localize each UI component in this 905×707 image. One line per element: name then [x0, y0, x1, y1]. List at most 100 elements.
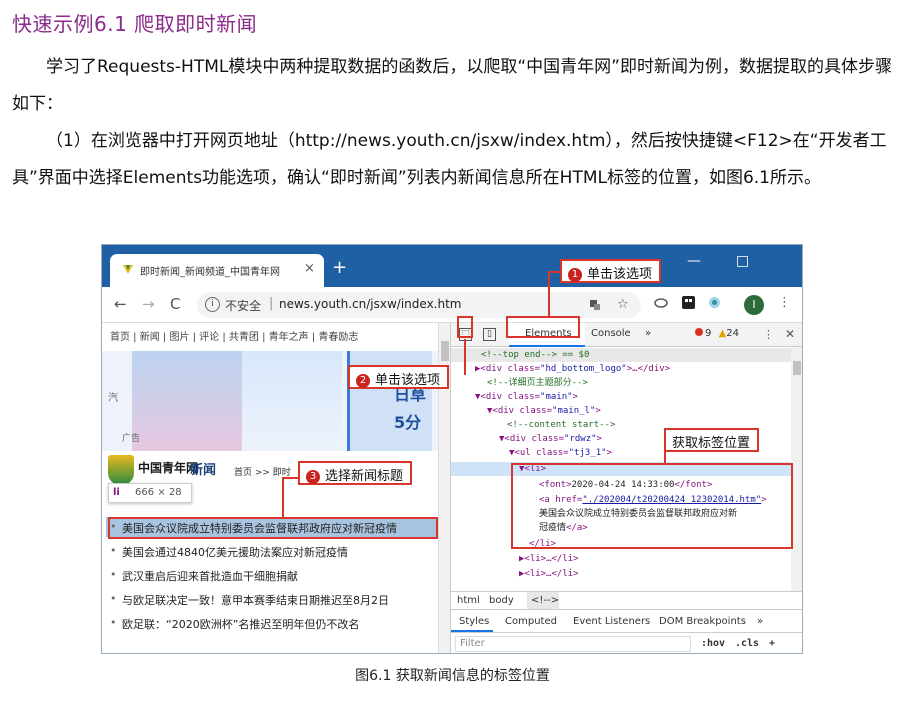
tab-title: 即时新闻_新闻频道_中国青年网	[140, 267, 280, 278]
browser-tabbar: 即时新闻_新闻频道_中国青年网 × + — □	[102, 245, 802, 287]
breadcrumb-comment[interactable]: <!-->	[531, 595, 559, 606]
styles-filter-bar: Filter :hov .cls +	[451, 633, 802, 653]
callout-3-line	[282, 477, 284, 517]
reload-icon[interactable]: C	[170, 295, 180, 313]
step-2-badge: 2	[356, 374, 370, 388]
dom-node[interactable]: ▶<div class="hd_bottom_logo">…</div>	[475, 362, 670, 376]
url-separator: |	[269, 296, 274, 311]
dom-node[interactable]: ▼<div class="main">	[475, 390, 578, 404]
dom-attr-value: "hd_bottom_logo"	[540, 364, 627, 374]
styles-filter-input[interactable]: Filter	[455, 636, 691, 652]
error-warning-count[interactable]: 9 ▲24	[695, 328, 739, 339]
more-tabs-icon[interactable]: »	[645, 328, 651, 339]
callout-3-text: 选择新闻标题	[325, 469, 404, 484]
dom-node[interactable]: ▼<ul class="tj3_1">	[509, 446, 612, 460]
callout-step-1: 1 单击该选项	[560, 259, 662, 283]
devtools-close-icon[interactable]: ✕	[785, 327, 795, 341]
new-tab-button[interactable]: +	[332, 257, 347, 278]
browser-menu-icon[interactable]: ⋮	[778, 295, 791, 310]
tooltip-tag: li	[113, 487, 120, 498]
profile-avatar[interactable]: I	[744, 295, 764, 315]
news-item[interactable]: 武汉重启后迎来首批造血干细胞捐献	[110, 565, 438, 589]
callout-4-line	[664, 450, 666, 464]
address-bar[interactable]: i 不安全 | news.youth.cn/jsxw/index.htm ☆	[197, 292, 641, 318]
dom-attr-value: "main_l"	[552, 406, 596, 416]
callout-2-line	[464, 339, 466, 375]
scroll-thumb[interactable]	[793, 361, 801, 375]
site-nav[interactable]: 首页 | 新闻 | 图片 | 评论 | 共青团 | 青年之声 | 青春励志	[102, 323, 438, 347]
site-logo-icon[interactable]	[108, 455, 134, 485]
step1-paragraph: （1）在浏览器中打开网页地址（http://news.youth.cn/jsxw…	[12, 131, 887, 188]
dom-tag: ▶<div class=	[475, 364, 541, 374]
tab-console[interactable]: Console	[591, 328, 631, 339]
dom-node[interactable]: <!--详细页主题部分-->	[487, 376, 588, 390]
tab-computed[interactable]: Computed	[505, 616, 557, 627]
callout-step-3: 3 选择新闻标题	[298, 461, 413, 485]
dom-tag: >	[606, 448, 612, 458]
dom-node[interactable]: ▼<div class="rdwz">	[499, 432, 602, 446]
browser-toolbar: ← → C i 不安全 | news.youth.cn/jsxw/index.h…	[102, 287, 802, 323]
bookmark-star-icon[interactable]: ☆	[617, 297, 629, 312]
extension-ai-icon[interactable]	[708, 296, 721, 309]
callout-4-text: 获取标签位置	[672, 436, 751, 451]
dom-node[interactable]: ▶<li>…</li>	[519, 552, 579, 566]
extension-box-icon[interactable]	[682, 296, 695, 309]
hov-toggle[interactable]: :hov	[701, 638, 725, 649]
dom-tag: >	[596, 434, 602, 444]
minimize-icon[interactable]: —	[687, 253, 701, 269]
callout-1-line	[548, 271, 550, 317]
banner-side-text: 汽	[108, 393, 118, 404]
dom-node[interactable]: <!--top end--> == $0	[481, 348, 589, 362]
extension-cloud-icon[interactable]	[654, 296, 668, 308]
channel-name: 新闻	[190, 463, 217, 478]
devtools-menu-icon[interactable]: ⋮	[763, 328, 774, 341]
ad-label: 广告	[122, 434, 141, 444]
dom-tag: >	[595, 406, 601, 416]
figure-caption: 图6.1 获取新闻信息的标签位置	[355, 668, 550, 684]
dom-node[interactable]: ▶<li>…</li>	[519, 567, 579, 581]
dom-tag: >…</div>	[626, 364, 671, 374]
inspect-icon-highlight	[457, 316, 473, 338]
devtools-toolbar: ⬚ ▯ Elements Console » 9 ▲24 ⋮ ✕	[451, 323, 802, 347]
dom-node[interactable]: <!--content start-->	[507, 418, 615, 432]
device-toggle-icon[interactable]: ▯	[483, 328, 496, 341]
tab-dom-breakpoints[interactable]: DOM Breakpoints	[659, 616, 746, 627]
dom-attr-value: "main"	[540, 392, 573, 402]
dom-tag: >	[572, 392, 578, 402]
styles-subtabs: Styles Computed Event Listeners DOM Brea…	[451, 609, 802, 633]
scroll-thumb[interactable]	[441, 341, 449, 361]
dom-tag: ▼<div class=	[487, 406, 553, 416]
news-item[interactable]: 与欧足联决定一致！意甲本赛季结束日期推迟至8月2日	[110, 589, 438, 613]
dom-tag: ▼<ul class=	[509, 448, 569, 458]
more-subtabs-icon[interactable]: »	[757, 616, 763, 627]
back-icon[interactable]: ←	[114, 295, 127, 313]
browser-tab[interactable]: 即时新闻_新闻频道_中国青年网 ×	[110, 254, 324, 287]
site-info-icon[interactable]: i	[205, 297, 220, 312]
news-title-highlight	[108, 517, 438, 539]
breadcrumb-body[interactable]: body	[489, 595, 514, 606]
breadcrumb-html[interactable]: html	[457, 595, 480, 606]
tab-styles[interactable]: Styles	[459, 616, 489, 627]
tab-event-listeners[interactable]: Event Listeners	[573, 616, 650, 627]
error-icon	[695, 328, 703, 336]
callout-1-text: 单击该选项	[587, 267, 653, 282]
site-favicon-icon	[123, 265, 133, 274]
translate-icon[interactable]	[589, 299, 601, 311]
dom-node[interactable]: ▼<div class="main_l">	[487, 404, 601, 418]
news-item[interactable]: 欧足联：“2020欧洲杯”名推迟至明年但仍不改名	[110, 613, 438, 637]
banner-text-bottom: 5分	[394, 413, 422, 432]
dom-tag: ▼<div class=	[499, 434, 565, 444]
forward-icon[interactable]: →	[142, 295, 155, 313]
dom-attr-value: "tj3_1"	[568, 448, 607, 458]
callout-tag-position: 获取标签位置	[664, 428, 760, 452]
figure-screenshot: 即时新闻_新闻频道_中国青年网 × + — □ ← → C i 不安全 | ne…	[101, 244, 803, 654]
maximize-icon[interactable]: □	[736, 253, 749, 269]
news-item[interactable]: 美国会通过4840亿美元援助法案应对新冠疫情	[110, 541, 438, 565]
dom-tag: ▼<div class=	[475, 392, 541, 402]
site-logo-text: 中国青年网	[138, 461, 199, 475]
url-text[interactable]: news.youth.cn/jsxw/index.htm	[279, 297, 461, 311]
tab-close-icon[interactable]: ×	[304, 261, 315, 276]
cls-toggle[interactable]: .cls	[735, 638, 759, 649]
new-rule-button[interactable]: +	[769, 638, 775, 649]
elements-tab-highlight	[506, 316, 580, 338]
